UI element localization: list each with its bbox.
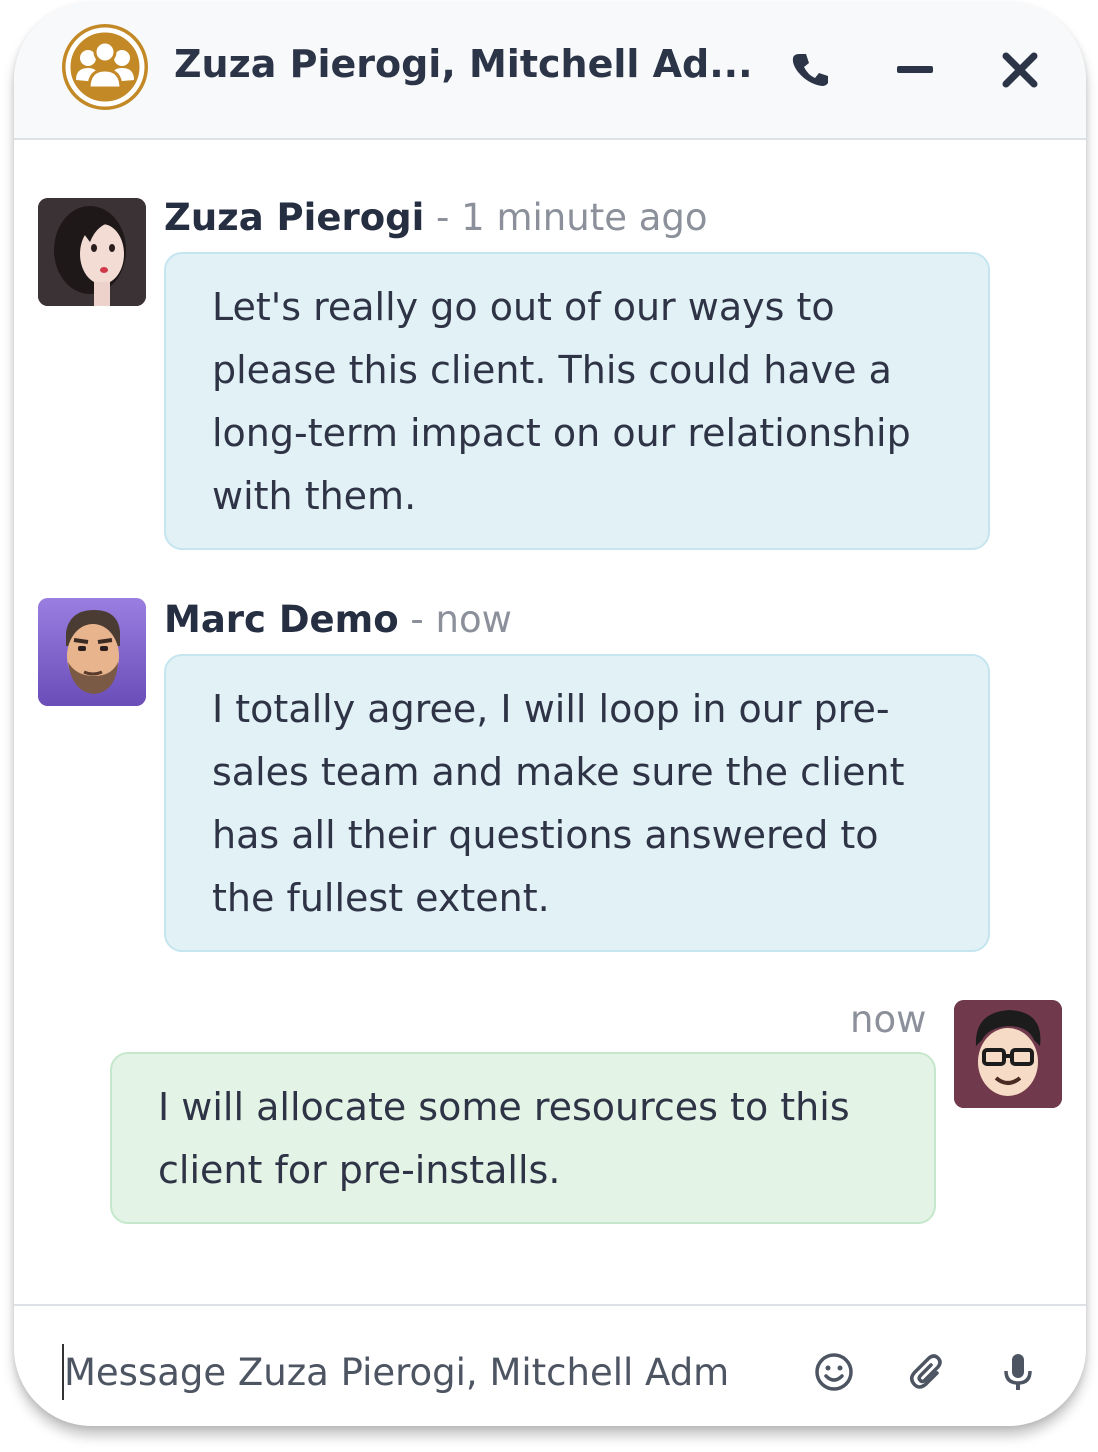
minus-icon (897, 66, 933, 73)
call-button[interactable] (782, 42, 838, 98)
chat-header: Zuza Pierogi, Mitchell Ad... (14, 2, 1086, 140)
composer (14, 1304, 1086, 1426)
message-line: sales team and make sure the client (212, 750, 905, 794)
avatar-zuza[interactable] (38, 198, 146, 306)
message-bubble: Let's really go out of our ways to pleas… (164, 252, 990, 550)
attach-button[interactable] (900, 1344, 956, 1400)
avatar-self[interactable] (954, 1000, 1062, 1108)
message-line: has all their questions answered to (212, 813, 879, 857)
chat-window: Zuza Pierogi, Mitchell Ad... Zuza Pierog… (14, 2, 1086, 1426)
message-line: please this client. This could have a (212, 348, 892, 392)
message-header-3: now (850, 998, 926, 1041)
message-time: 1 minute ago (461, 196, 708, 239)
avatar-marc[interactable] (38, 598, 146, 706)
author-name[interactable]: Marc Demo (164, 598, 399, 641)
message-line: the fullest extent. (212, 876, 550, 920)
message-list[interactable]: Zuza Pierogi - 1 minute ago Let's really… (14, 140, 1086, 1304)
message-line: client for pre-installs. (158, 1148, 561, 1192)
paperclip-icon (910, 1354, 942, 1389)
message-line: I totally agree, I will loop in our pre- (212, 687, 890, 731)
smiley-icon (815, 1353, 853, 1391)
chat-title: Zuza Pierogi, Mitchell Ad... (174, 42, 753, 86)
message-bubble-self: I will allocate some resources to this c… (110, 1052, 936, 1224)
microphone-icon (1004, 1354, 1032, 1390)
emoji-button[interactable] (806, 1344, 862, 1400)
message-header-1: Zuza Pierogi - 1 minute ago (164, 196, 708, 239)
message-input[interactable] (62, 1344, 734, 1400)
phone-icon (792, 54, 828, 86)
message-header-2: Marc Demo - now (164, 598, 512, 641)
message-line: I will allocate some resources to this (158, 1085, 850, 1129)
voice-button[interactable] (990, 1344, 1046, 1400)
author-name[interactable]: Zuza Pierogi (164, 196, 424, 239)
close-button[interactable] (992, 42, 1048, 98)
minimize-button[interactable] (887, 42, 943, 98)
message-time: now (435, 598, 512, 641)
group-users-icon (62, 24, 148, 110)
separator: - (424, 196, 462, 239)
message-time: now (850, 998, 927, 1041)
message-line: with them. (212, 474, 417, 518)
message-line: Let's really go out of our ways to (212, 285, 835, 329)
close-icon (1002, 52, 1038, 88)
message-line: long-term impact on our relationship (212, 411, 911, 455)
message-bubble: I totally agree, I will loop in our pre-… (164, 654, 990, 952)
separator: - (398, 598, 436, 641)
